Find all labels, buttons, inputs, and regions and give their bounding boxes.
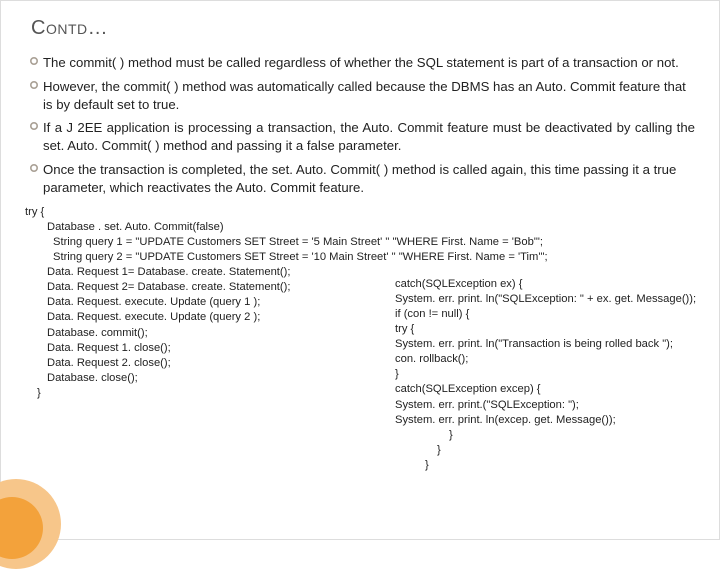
bullet-list: The commit( ) method must be called rega… xyxy=(25,54,695,197)
list-item: If a J 2EE application is processing a t… xyxy=(25,119,695,155)
code-line: if (con != null) { xyxy=(395,307,720,322)
bullet-text: However, the commit( ) method was automa… xyxy=(43,78,695,114)
bullet-text: Once the transaction is completed, the s… xyxy=(43,161,695,197)
corner-ornament-icon xyxy=(1,479,61,539)
code-line: } xyxy=(437,443,720,458)
bullet-ring-icon xyxy=(25,121,43,131)
slide: Contd… The commit( ) method must be call… xyxy=(0,0,720,540)
code-line: try { xyxy=(395,322,720,337)
code-line: System. err. print. ln("SQLException: " … xyxy=(395,292,720,307)
code-line: } xyxy=(395,367,720,382)
code-line: System. err. print. ln(excep. get. Messa… xyxy=(395,413,720,428)
code-line: con. rollback(); xyxy=(395,352,720,367)
code-block-right: catch(SQLException ex) { System. err. pr… xyxy=(395,277,720,473)
code-line: } xyxy=(425,458,720,473)
code-line: catch(SQLException ex) { xyxy=(395,277,720,292)
list-item: Once the transaction is completed, the s… xyxy=(25,161,695,197)
code-line: Database . set. Auto. Commit(false) xyxy=(47,220,695,235)
code-line: String query 2 = "UPDATE Customers SET S… xyxy=(53,250,695,265)
bullet-text: The commit( ) method must be called rega… xyxy=(43,54,695,72)
bullet-ring-icon xyxy=(25,163,43,173)
bullet-ring-icon xyxy=(25,56,43,66)
code-line: String query 1 = "UPDATE Customers SET S… xyxy=(53,235,695,250)
slide-title: Contd… xyxy=(31,17,695,40)
bullet-text: If a J 2EE application is processing a t… xyxy=(43,119,695,155)
list-item: The commit( ) method must be called rega… xyxy=(25,54,695,72)
code-line: catch(SQLException excep) { xyxy=(395,382,720,397)
code-line: } xyxy=(449,428,720,443)
code-line: try { xyxy=(25,205,695,220)
code-line: System. err. print. ln("Transaction is b… xyxy=(395,337,720,352)
code-block: try { Database . set. Auto. Commit(false… xyxy=(25,205,695,401)
list-item: However, the commit( ) method was automa… xyxy=(25,78,695,114)
code-line: System. err. print.("SQLException: "); xyxy=(395,398,720,413)
bullet-ring-icon xyxy=(25,80,43,90)
